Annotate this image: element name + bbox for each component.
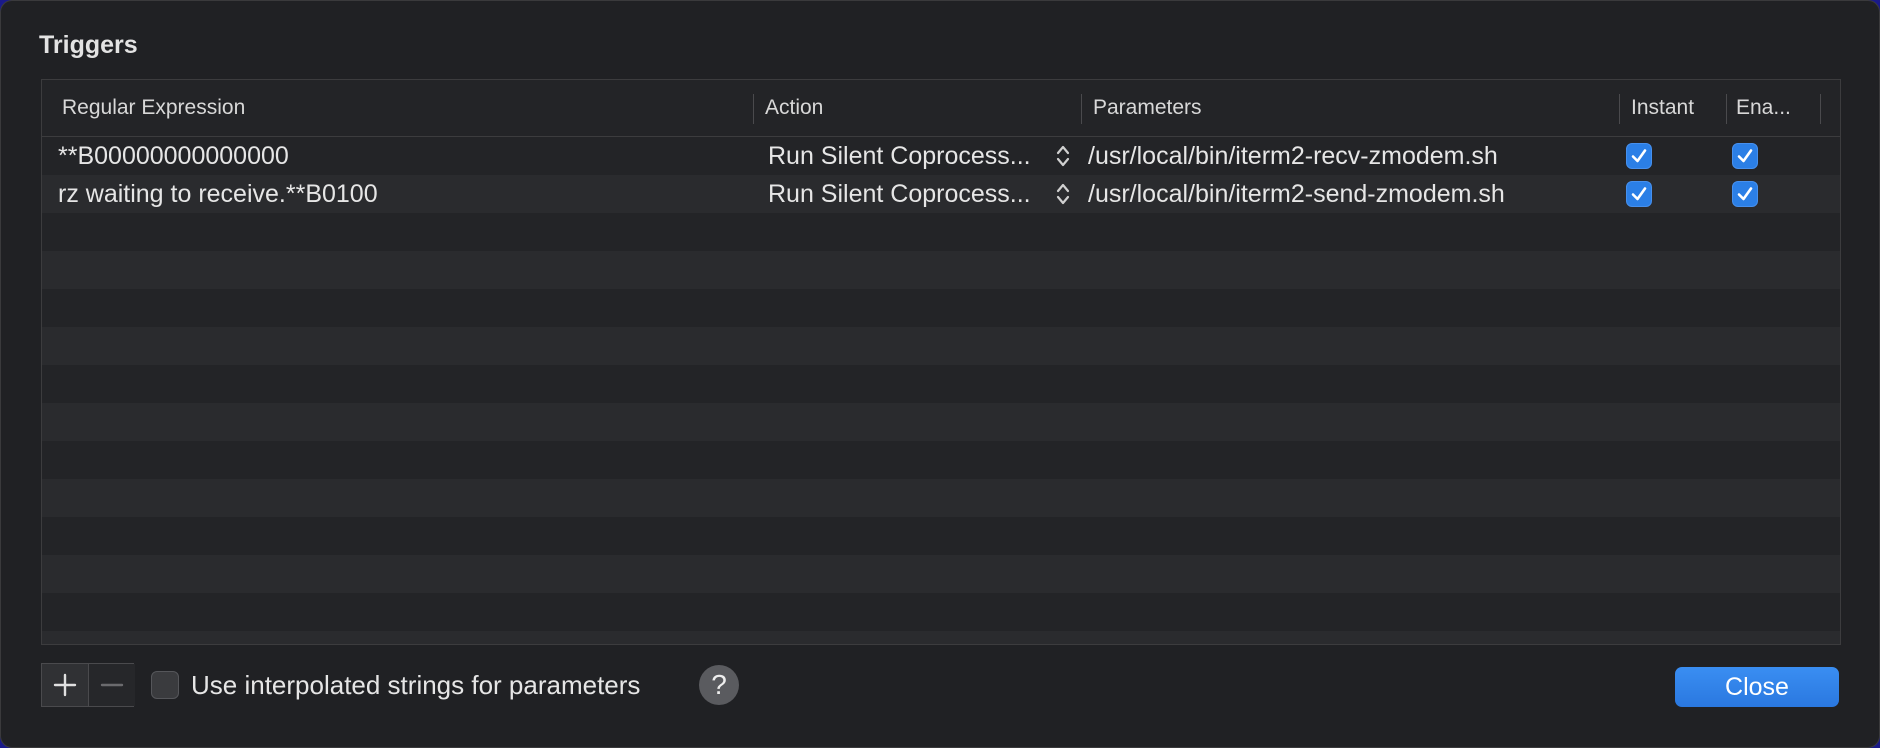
column-header-enabled[interactable]: Ena...	[1736, 80, 1791, 136]
empty-row[interactable]	[42, 555, 1840, 593]
column-header-regex[interactable]: Regular Expression	[62, 80, 245, 136]
column-header-instant[interactable]: Instant	[1631, 80, 1694, 136]
empty-row[interactable]	[42, 593, 1840, 631]
table-row[interactable]: rz waiting to receive.**B0100 Run Silent…	[42, 175, 1840, 213]
sheet-title: Triggers	[39, 31, 138, 59]
parameters-cell[interactable]: /usr/local/bin/iterm2-recv-zmodem.sh	[1088, 137, 1608, 175]
empty-row[interactable]	[42, 441, 1840, 479]
interpolated-strings-checkbox[interactable]	[151, 671, 179, 699]
chevron-updown-icon[interactable]	[1055, 181, 1071, 207]
checkmark-icon	[1737, 149, 1753, 163]
column-divider[interactable]	[1726, 94, 1727, 124]
empty-row[interactable]	[42, 289, 1840, 327]
empty-row[interactable]	[42, 365, 1840, 403]
add-button[interactable]	[42, 664, 88, 706]
parameters-cell[interactable]: /usr/local/bin/iterm2-send-zmodem.sh	[1088, 175, 1608, 213]
checkmark-icon	[1631, 187, 1647, 201]
table-row[interactable]: **B00000000000000 Run Silent Coprocess..…	[42, 137, 1840, 175]
action-popup[interactable]: Run Silent Coprocess...	[768, 137, 1050, 175]
column-divider[interactable]	[1619, 94, 1620, 124]
instant-checkbox[interactable]	[1626, 143, 1652, 169]
empty-row[interactable]	[42, 251, 1840, 289]
regex-cell[interactable]: rz waiting to receive.**B0100	[58, 175, 738, 213]
column-divider[interactable]	[1820, 94, 1821, 124]
column-divider[interactable]	[1081, 94, 1082, 124]
column-header-parameters[interactable]: Parameters	[1093, 80, 1202, 136]
action-popup[interactable]: Run Silent Coprocess...	[768, 175, 1050, 213]
column-divider[interactable]	[753, 94, 754, 124]
triggers-table: Regular Expression Action Parameters Ins…	[41, 79, 1841, 645]
close-button[interactable]: Close	[1675, 667, 1839, 707]
enabled-checkbox[interactable]	[1732, 143, 1758, 169]
empty-row[interactable]	[42, 517, 1840, 555]
enabled-checkbox[interactable]	[1732, 181, 1758, 207]
instant-checkbox[interactable]	[1626, 181, 1652, 207]
empty-row[interactable]	[42, 403, 1840, 441]
triggers-sheet: Triggers Regular Expression Action Param…	[0, 0, 1880, 748]
chevron-updown-icon[interactable]	[1055, 143, 1071, 169]
help-button[interactable]: ?	[699, 665, 739, 705]
column-header-action[interactable]: Action	[765, 80, 823, 136]
remove-button[interactable]	[88, 664, 135, 706]
add-remove-segmented-control	[41, 663, 135, 707]
empty-row[interactable]	[42, 213, 1840, 251]
empty-row[interactable]	[42, 479, 1840, 517]
plus-icon	[53, 673, 77, 697]
checkmark-icon	[1631, 149, 1647, 163]
interpolated-strings-label[interactable]: Use interpolated strings for parameters	[191, 669, 640, 701]
table-body: **B00000000000000 Run Silent Coprocess..…	[42, 137, 1840, 644]
checkmark-icon	[1737, 187, 1753, 201]
empty-row[interactable]	[42, 327, 1840, 365]
table-header: Regular Expression Action Parameters Ins…	[42, 80, 1840, 137]
empty-row[interactable]	[42, 631, 1840, 644]
minus-icon	[100, 683, 124, 687]
regex-cell[interactable]: **B00000000000000	[58, 137, 738, 175]
